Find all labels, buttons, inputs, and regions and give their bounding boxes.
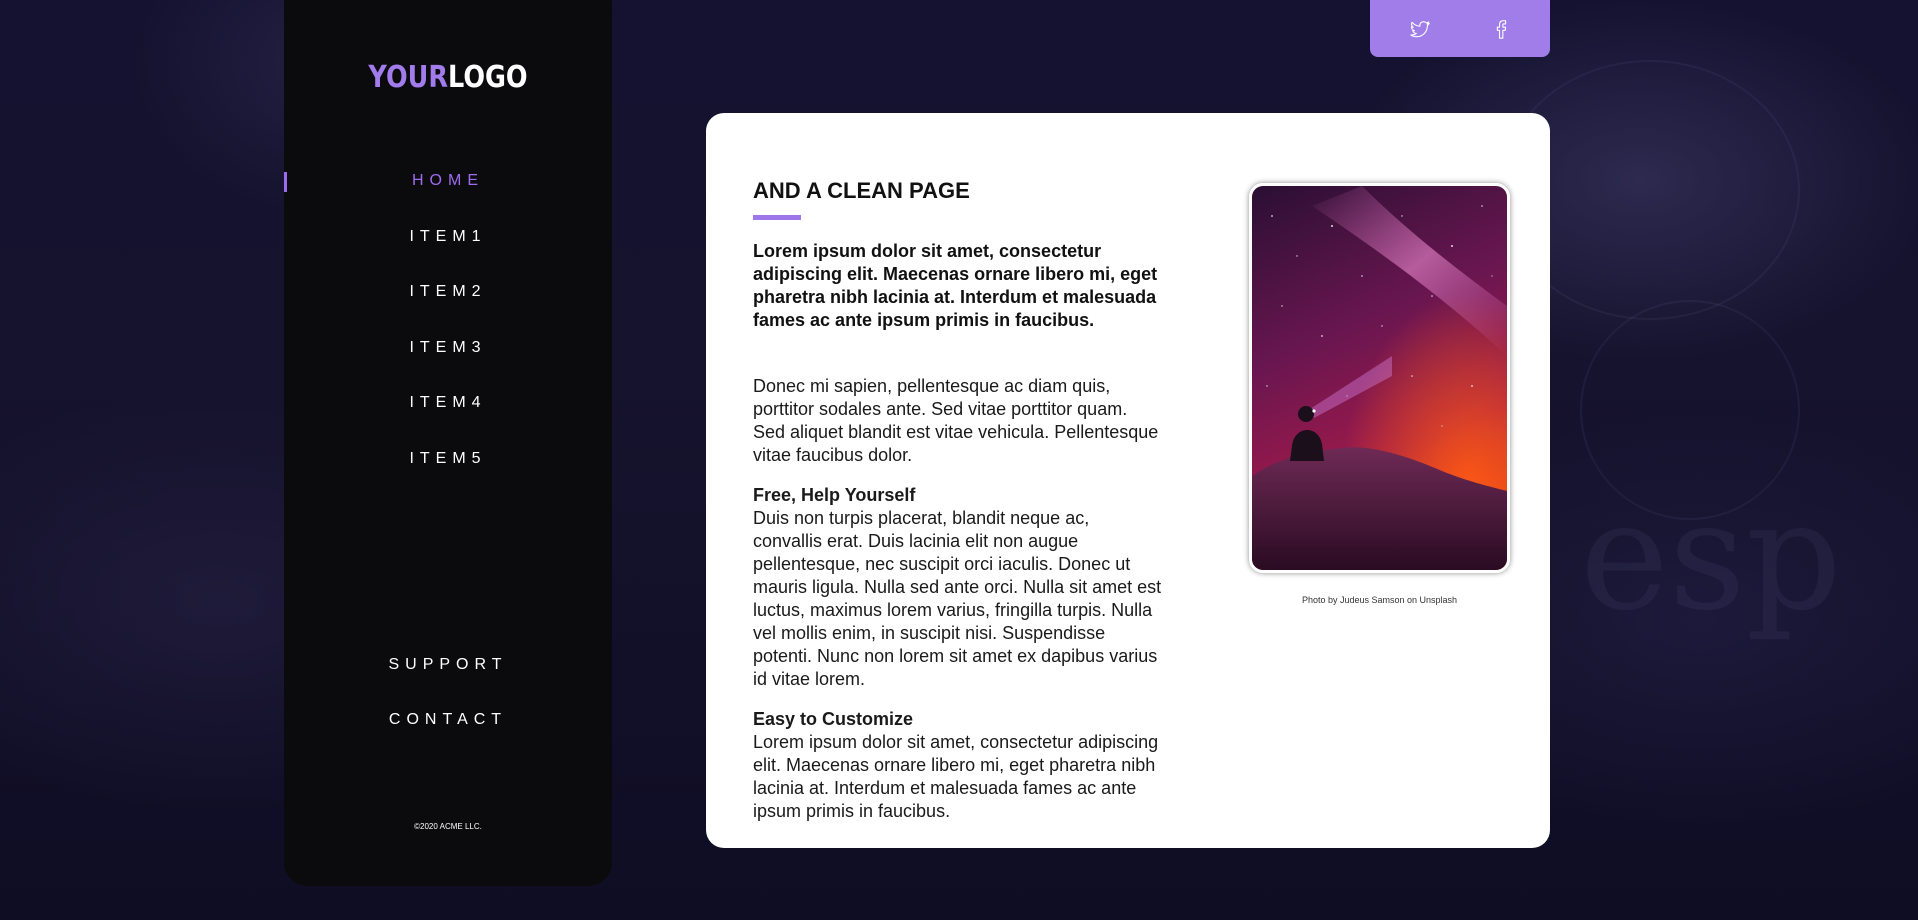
lead-paragraph: Lorem ipsum dolor sit amet, consectetur … <box>753 241 1158 330</box>
title-underline <box>753 215 801 220</box>
nav-item-item2[interactable]: ITEM2 <box>284 283 612 301</box>
content-card: AND A CLEAN PAGE Lorem ipsum dolor sit a… <box>706 113 1550 848</box>
twitter-icon[interactable] <box>1409 18 1431 40</box>
section-free: Free, Help Yourself Duis non turpis plac… <box>753 484 1163 691</box>
facebook-icon[interactable] <box>1490 18 1512 40</box>
section-customize: Easy to Customize Lorem ipsum dolor sit … <box>753 708 1163 823</box>
logo-part-your: YOUR <box>368 60 448 95</box>
section-body: Duis non turpis placerat, blandit neque … <box>753 508 1162 689</box>
background-decor: esp <box>1580 470 1842 644</box>
social-links <box>1370 0 1550 57</box>
section-body: Lorem ipsum dolor sit amet, consectetur … <box>753 732 1159 821</box>
night-sky-photo <box>1249 183 1510 573</box>
copyright: ©2020 ACME LLC. <box>414 822 482 831</box>
nav-item-item5[interactable]: ITEM5 <box>284 450 612 468</box>
nav-item-contact[interactable]: CONTACT <box>284 711 612 729</box>
nav-item-item3[interactable]: ITEM3 <box>284 339 612 357</box>
photo-caption: Photo by Judeus Samson on Unsplash <box>1301 595 1458 605</box>
logo-part-logo: LOGO <box>447 60 528 95</box>
sidebar: YOURLOGO HOME ITEM1 ITEM2 ITEM3 ITEM4 IT… <box>284 0 612 886</box>
body-paragraph: Donec mi sapien, pellentesque ac diam qu… <box>753 376 1159 465</box>
page-title: AND A CLEAN PAGE <box>753 178 970 203</box>
nav-item-item4[interactable]: ITEM4 <box>284 394 612 412</box>
nav-item-item1[interactable]: ITEM1 <box>284 228 612 246</box>
nav-item-home[interactable]: HOME <box>284 172 612 190</box>
section-heading: Easy to Customize <box>753 709 914 729</box>
nav-item-support[interactable]: SUPPORT <box>284 656 612 674</box>
section-heading: Free, Help Yourself <box>753 485 916 505</box>
logo[interactable]: YOURLOGO <box>309 60 588 95</box>
